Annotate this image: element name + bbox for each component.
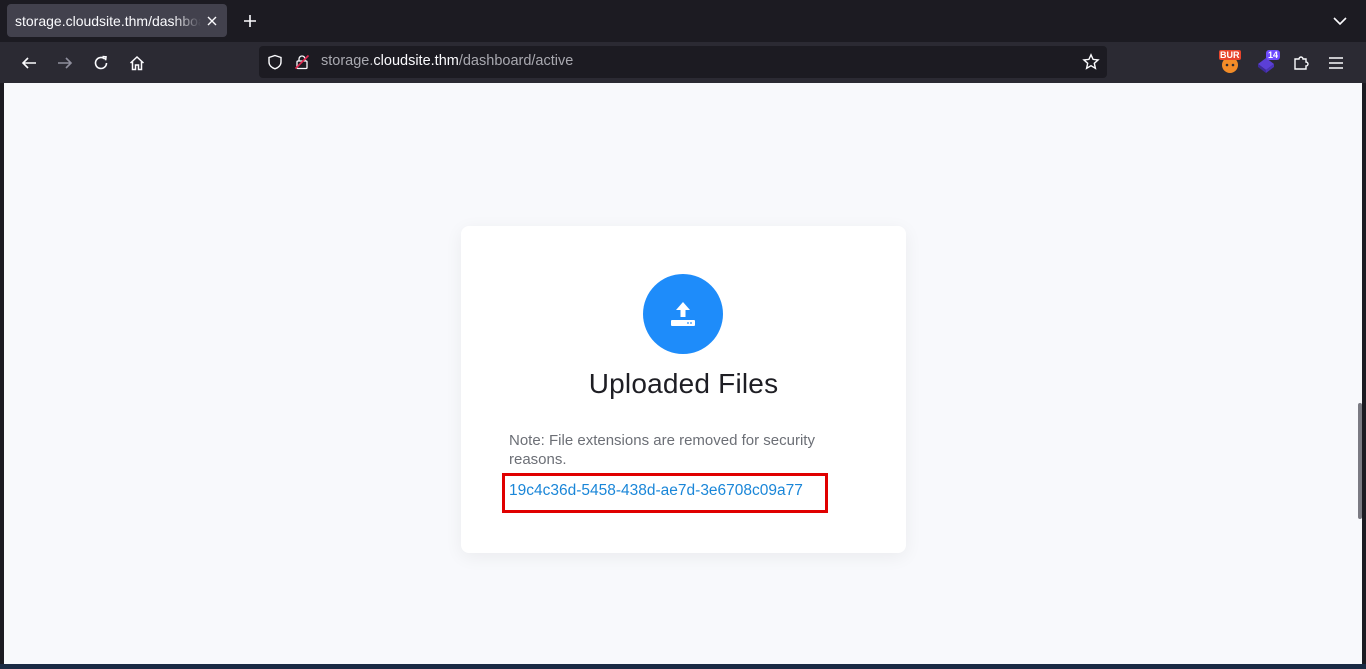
reload-icon[interactable] [88,50,114,76]
url-text[interactable]: storage.cloudsite.thm/dashboard/active [321,53,573,69]
uploaded-files-card: Uploaded Files Note: File extensions are… [461,226,906,553]
highlight-box [502,473,828,513]
tab-strip: storage.cloudsite.thm/dashboard/active [0,0,1366,42]
tab-active[interactable]: storage.cloudsite.thm/dashboard/active [7,4,227,37]
home-icon[interactable] [124,50,150,76]
star-icon[interactable] [1081,52,1101,72]
arrow-left-icon[interactable] [16,50,42,76]
page-content: Uploaded Files Note: File extensions are… [4,83,1362,664]
chevron-down-icon[interactable] [1328,9,1352,33]
count-badge: 14 [1266,50,1281,60]
extension-badge-icon[interactable]: 14 [1253,50,1281,76]
lock-icon[interactable] [293,53,311,71]
burp-badge: BUR [1219,50,1241,60]
close-icon[interactable] [203,12,221,30]
url-bar[interactable]: storage.cloudsite.thm/dashboard/active [259,46,1107,78]
upload-icon [643,274,723,354]
tab-title: storage.cloudsite.thm/dashboard/active [15,12,201,29]
hamburger-icon[interactable] [1323,50,1349,76]
security-note: Note: File extensions are removed for se… [509,432,815,468]
page-title: Uploaded Files [588,368,779,399]
puzzle-icon[interactable] [1288,50,1314,76]
arrow-right-icon[interactable] [52,50,78,76]
scrollbar-thumb[interactable] [1358,403,1362,519]
shield-icon[interactable] [266,53,284,71]
plus-icon[interactable] [238,9,262,33]
window-edge-bottom [0,664,1366,669]
window-edge-right [1362,83,1366,669]
nav-bar: storage.cloudsite.thm/dashboard/active B… [0,42,1366,83]
burp-extension-icon[interactable]: BUR [1217,50,1243,76]
